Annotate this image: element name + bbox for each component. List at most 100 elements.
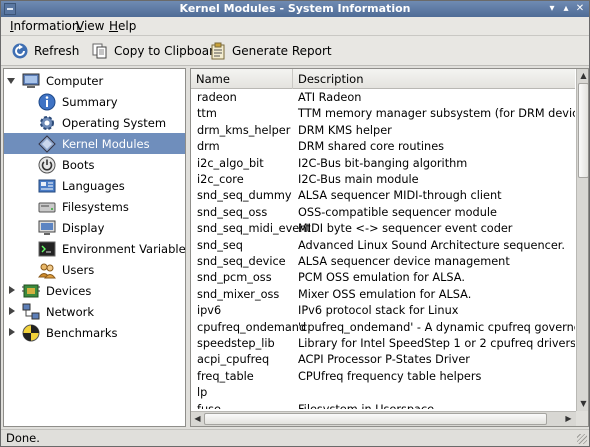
module-description-cell: I2C-Bus main module — [298, 173, 419, 186]
module-description-cell: 'cpufreq_ondemand' - A dynamic cpufreq g… — [298, 320, 575, 334]
scroll-right-icon[interactable]: ▶ — [562, 412, 575, 426]
tree-item-languages[interactable]: Languages — [4, 175, 185, 196]
benchmark-icon — [22, 324, 40, 342]
menu-help[interactable]: Help — [109, 19, 136, 33]
table-row[interactable]: ipv6 IPv6 protocol stack for Linux — [191, 303, 575, 319]
tree-item-environment-variables[interactable]: Environment Variables — [4, 238, 185, 259]
table-row[interactable]: snd_seq Advanced Linux Sound Architecture… — [191, 238, 575, 254]
table-row[interactable]: snd_pcm_oss PCM OSS emulation for ALSA. — [191, 270, 575, 286]
vertical-scrollbar[interactable]: ▲ ▼ — [576, 69, 588, 411]
generate-report-button[interactable]: Generate Report — [209, 40, 332, 62]
module-description-cell: Library for Intel SpeedStep 1 or 2 cpufr… — [298, 337, 575, 350]
module-description-cell: ALSA sequencer MIDI-through client — [298, 189, 502, 203]
expander-closed-icon[interactable] — [9, 307, 15, 315]
table-row[interactable]: i2c_core I2C-Bus main module — [191, 172, 575, 188]
tree-label: Network — [46, 304, 95, 319]
table-row[interactable]: drm_kms_helper DRM KMS helper — [191, 123, 575, 139]
module-name-cell: drm — [197, 140, 220, 154]
tree-item-boots[interactable]: Boots — [4, 154, 185, 175]
tree-item-network[interactable]: Network — [4, 301, 185, 322]
module-description-cell: IPv6 protocol stack for Linux — [298, 304, 459, 318]
tree-item-devices[interactable]: Devices — [4, 280, 185, 301]
table-row[interactable]: snd_mixer_oss Mixer OSS emulation for ALS… — [191, 287, 575, 303]
status-bar: Done. — [1, 429, 589, 446]
table-row[interactable]: ttm TTM memory manager subsystem (for DRM… — [191, 106, 575, 122]
module-description-cell: I2C-Bus bit-banging algorithm — [298, 156, 468, 170]
table-row[interactable]: lp — [191, 385, 575, 401]
minimize-icon[interactable]: ▾ — [546, 3, 558, 15]
table-row[interactable]: fuse Filesystem in Userspace — [191, 402, 575, 409]
module-name-cell: i2c_algo_bit — [197, 156, 264, 170]
close-icon[interactable]: ✕ — [574, 3, 586, 15]
tree-item-computer[interactable]: Computer — [4, 70, 185, 91]
module-name-cell: ipv6 — [197, 304, 222, 318]
module-icon — [38, 135, 56, 153]
horizontal-scrollbar[interactable]: ◀ ▶ — [191, 411, 576, 426]
scroll-left-icon[interactable]: ◀ — [191, 412, 204, 426]
module-description-cell: ACPI Processor P-States Driver — [298, 353, 470, 367]
title-bar[interactable]: Kernel Modules - System Information ▾ ▴ … — [1, 1, 589, 17]
table-row[interactable]: drm DRM shared core routines — [191, 139, 575, 155]
main-window: Kernel Modules - System Information ▾ ▴ … — [0, 0, 590, 447]
module-name-cell: cpufreq_ondemand — [197, 320, 307, 334]
expander-closed-icon[interactable] — [9, 328, 15, 336]
tree-item-summary[interactable]: Summary — [4, 91, 185, 112]
tree-item-benchmarks[interactable]: Benchmarks — [4, 322, 185, 343]
tree-item-kernel-modules[interactable]: Kernel Modules — [4, 133, 185, 154]
maximize-icon[interactable]: ▴ — [560, 3, 572, 15]
menu-view[interactable]: View — [76, 19, 104, 33]
menu-bar: Information View Help — [1, 17, 589, 36]
generate-report-label: Generate Report — [232, 44, 332, 58]
table-row[interactable]: snd_seq_dummy ALSA sequencer MIDI-through… — [191, 188, 575, 204]
status-text: Done. — [6, 431, 40, 445]
module-name-cell: freq_table — [197, 369, 254, 383]
module-name-cell: ttm — [197, 107, 217, 121]
refresh-button[interactable]: Refresh — [11, 40, 79, 62]
module-name-cell: i2c_core — [197, 173, 244, 186]
tree-label: Devices — [46, 283, 92, 298]
table-row[interactable]: cpufreq_ondemand'cpufreq_ondemand' - A d… — [191, 320, 575, 336]
column-header-name[interactable]: Name — [191, 69, 293, 89]
table-row[interactable]: snd_seq_oss OSS-compatible sequencer modu… — [191, 205, 575, 221]
tree-label: Computer — [46, 73, 104, 88]
window-menu-icon[interactable] — [4, 3, 16, 15]
scroll-up-icon[interactable]: ▲ — [577, 69, 588, 82]
module-description-cell: ATI Radeon — [298, 91, 362, 104]
table-row[interactable]: freq_table CPUfreq frequency table helper… — [191, 369, 575, 385]
tree-label: Operating System — [62, 115, 167, 130]
tree-item-operating-system[interactable]: Operating System — [4, 112, 185, 133]
table-row[interactable]: i2c_algo_bit I2C-Bus bit-banging algorith… — [191, 156, 575, 172]
module-description-cell: Advanced Linux Sound Architecture sequen… — [298, 238, 565, 252]
copy-to-clipboard-label: Copy to Clipboard — [114, 44, 222, 58]
computer-icon — [22, 72, 40, 90]
table-row[interactable]: speedstep_lib Library for Intel SpeedStep… — [191, 336, 575, 352]
tree-item-users[interactable]: Users — [4, 259, 185, 280]
module-description-cell: TTM memory manager subsystem (for DRM de… — [298, 107, 575, 121]
table-row[interactable]: snd_seq_device ALSA sequencer device mana… — [191, 254, 575, 270]
module-name-cell: snd_mixer_oss — [197, 287, 280, 301]
column-header-description[interactable]: Description — [293, 69, 575, 89]
vertical-scroll-thumb[interactable] — [578, 83, 588, 178]
refresh-label: Refresh — [34, 44, 80, 58]
horizontal-scroll-thumb[interactable] — [204, 413, 547, 425]
expander-open-icon[interactable] — [7, 78, 15, 84]
table-row[interactable]: snd_seq_midi_event MIDI byte <-> sequence… — [191, 221, 575, 237]
refresh-icon — [11, 42, 29, 60]
module-name-cell: drm_kms_helper — [197, 123, 291, 137]
module-description-cell: PCM OSS emulation for ALSA. — [298, 271, 465, 285]
table-row[interactable]: radeon ATI Radeon — [191, 90, 575, 106]
tree-label: Display — [62, 220, 105, 235]
module-name-cell: lp — [197, 386, 208, 400]
tree-item-display[interactable]: Display — [4, 217, 185, 238]
resize-grip-icon[interactable] — [577, 434, 587, 444]
module-description-cell: DRM KMS helper — [298, 123, 392, 137]
module-name-cell: snd_pcm_oss — [197, 271, 272, 285]
expander-closed-icon[interactable] — [9, 286, 15, 294]
module-description-cell: CPUfreq frequency table helpers — [298, 369, 482, 383]
tree-item-filesystems[interactable]: Filesystems — [4, 196, 185, 217]
menu-information[interactable]: Information — [10, 19, 79, 33]
copy-to-clipboard-button[interactable]: Copy to Clipboard — [91, 40, 221, 62]
module-description-cell: Mixer OSS emulation for ALSA. — [298, 287, 472, 301]
table-row[interactable]: acpi_cpufreq ACPI Processor P-States Driv… — [191, 352, 575, 368]
scroll-down-icon[interactable]: ▼ — [577, 397, 588, 410]
